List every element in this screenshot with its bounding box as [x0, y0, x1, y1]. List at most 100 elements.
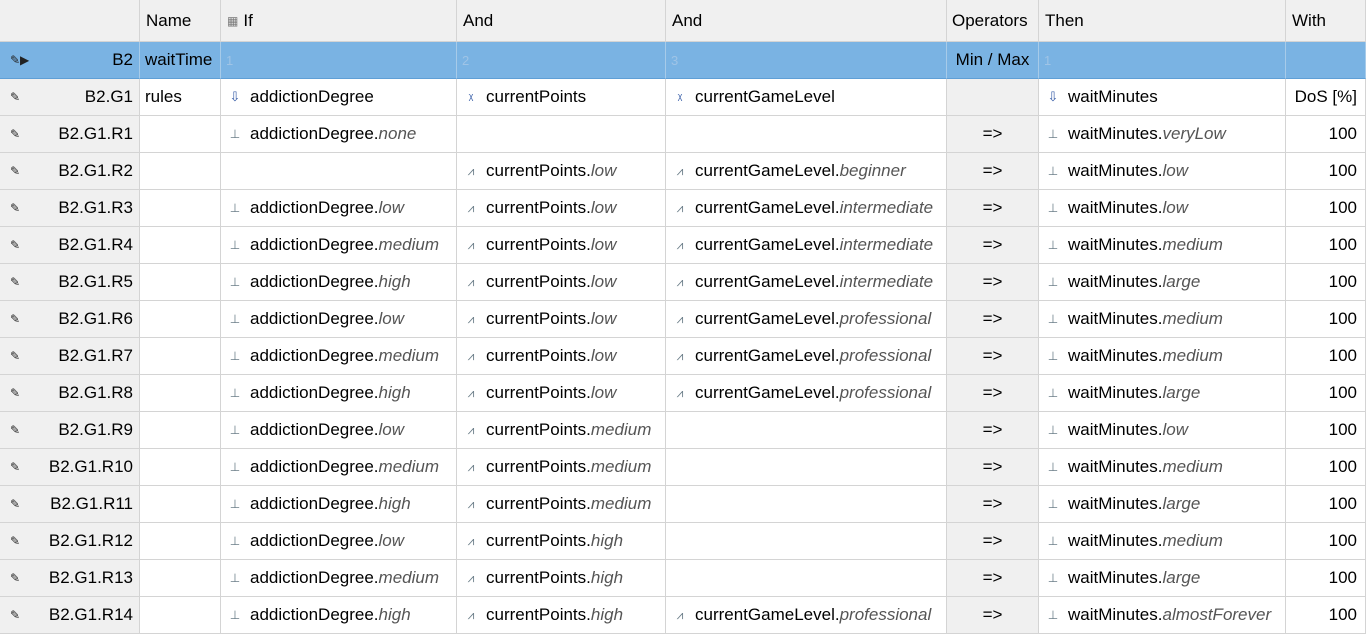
- rule-if-cell[interactable]: ⊥ addictionDegree. medium: [221, 449, 457, 486]
- rule-then-cell[interactable]: ⊥ waitMinutes. large: [1039, 264, 1286, 301]
- rule-dos-cell[interactable]: 100: [1286, 190, 1366, 227]
- rule-if-cell[interactable]: ⊥ addictionDegree. high: [221, 264, 457, 301]
- rule-then-cell[interactable]: ⊥ waitMinutes. low: [1039, 412, 1286, 449]
- rule-operator-cell[interactable]: =>: [947, 523, 1039, 560]
- block-and-1-cell[interactable]: 2: [457, 42, 666, 79]
- rule-and-2-cell[interactable]: ⩘ currentGameLevel. beginner: [666, 153, 947, 190]
- group-and-1-cell[interactable]: ᵡ currentPoints: [457, 79, 666, 116]
- block-row-header[interactable]: ✎▶ B2: [0, 42, 140, 79]
- pencil-icon[interactable]: ✎: [10, 90, 20, 104]
- rule-then-cell[interactable]: ⊥ waitMinutes. large: [1039, 486, 1286, 523]
- group-name-cell[interactable]: rules: [140, 79, 221, 116]
- rule-dos-cell[interactable]: 100: [1286, 449, 1366, 486]
- rule-row[interactable]: ✎ B2.G1.R6 ⊥ addictionDegree. low ⩘ currentPoi…: [0, 301, 1366, 338]
- rule-operator-cell[interactable]: =>: [947, 227, 1039, 264]
- rule-name-cell[interactable]: [140, 227, 221, 264]
- rule-dos-cell[interactable]: 100: [1286, 560, 1366, 597]
- block-operator-cell[interactable]: Min / Max: [947, 42, 1039, 79]
- rule-and-2-cell[interactable]: [666, 560, 947, 597]
- rule-and-1-cell[interactable]: ⩘ currentPoints. low: [457, 190, 666, 227]
- rule-and-2-cell[interactable]: [666, 486, 947, 523]
- rule-and-1-cell[interactable]: ⩘ currentPoints. high: [457, 560, 666, 597]
- group-with-cell[interactable]: DoS [%]: [1286, 79, 1366, 116]
- rule-dos-cell[interactable]: 100: [1286, 116, 1366, 153]
- group-row-header[interactable]: ✎ B2.G1: [0, 79, 140, 116]
- rule-dos-cell[interactable]: 100: [1286, 597, 1366, 634]
- rule-if-cell[interactable]: ⊥ addictionDegree. none: [221, 116, 457, 153]
- rule-and-2-cell[interactable]: ⩘ currentGameLevel. professional: [666, 301, 947, 338]
- rule-dos-cell[interactable]: 100: [1286, 523, 1366, 560]
- rule-row[interactable]: ✎ B2.G1.R13 ⊥ addictionDegree. medium ⩘ curren…: [0, 560, 1366, 597]
- pencil-icon[interactable]: ✎: [10, 497, 20, 511]
- block-then-cell[interactable]: 1: [1039, 42, 1286, 79]
- rule-row-header[interactable]: ✎ B2.G1.R8: [0, 375, 140, 412]
- rule-dos-cell[interactable]: 100: [1286, 338, 1366, 375]
- block-if-cell[interactable]: 1: [221, 42, 457, 79]
- corner-header[interactable]: [0, 0, 140, 42]
- rule-and-2-cell[interactable]: [666, 449, 947, 486]
- rule-row[interactable]: ✎ B2.G1.R1 ⊥ addictionDegree. none => ⊥ waitMin…: [0, 116, 1366, 153]
- rule-row-header[interactable]: ✎ B2.G1.R1: [0, 116, 140, 153]
- rule-name-cell[interactable]: [140, 486, 221, 523]
- rule-operator-cell[interactable]: =>: [947, 190, 1039, 227]
- rule-row-header[interactable]: ✎ B2.G1.R5: [0, 264, 140, 301]
- rule-name-cell[interactable]: [140, 449, 221, 486]
- rule-name-cell[interactable]: [140, 412, 221, 449]
- rule-name-cell[interactable]: [140, 264, 221, 301]
- pencil-icon[interactable]: ✎▶: [10, 53, 29, 67]
- block-with-cell[interactable]: [1286, 42, 1366, 79]
- rule-then-cell[interactable]: ⊥ waitMinutes. medium: [1039, 338, 1286, 375]
- rule-and-1-cell[interactable]: ⩘ currentPoints. low: [457, 338, 666, 375]
- pencil-icon[interactable]: ✎: [10, 386, 20, 400]
- rule-row-header[interactable]: ✎ B2.G1.R12: [0, 523, 140, 560]
- rule-and-1-cell[interactable]: ⩘ currentPoints. low: [457, 227, 666, 264]
- pencil-icon[interactable]: ✎: [10, 423, 20, 437]
- pencil-icon[interactable]: ✎: [10, 571, 20, 585]
- rule-row[interactable]: ✎ B2.G1.R11 ⊥ addictionDegree. high ⩘ currentP…: [0, 486, 1366, 523]
- rule-row-header[interactable]: ✎ B2.G1.R14: [0, 597, 140, 634]
- rule-and-1-cell[interactable]: ⩘ currentPoints. medium: [457, 449, 666, 486]
- rule-and-2-cell[interactable]: [666, 116, 947, 153]
- rule-and-1-cell[interactable]: ⩘ currentPoints. medium: [457, 412, 666, 449]
- rule-and-1-cell[interactable]: ⩘ currentPoints. low: [457, 153, 666, 190]
- rule-row[interactable]: ✎ B2.G1.R12 ⊥ addictionDegree. low ⩘ currentPo…: [0, 523, 1366, 560]
- pencil-icon[interactable]: ✎: [10, 127, 20, 141]
- group-row[interactable]: ✎ B2.G1 rules ⇩ addictionDegree ᵡ currentP…: [0, 79, 1366, 116]
- rule-name-cell[interactable]: [140, 597, 221, 634]
- rule-row[interactable]: ✎ B2.G1.R9 ⊥ addictionDegree. low ⩘ currentPoi…: [0, 412, 1366, 449]
- rule-and-2-cell[interactable]: ⩘ currentGameLevel. intermediate: [666, 264, 947, 301]
- rule-name-cell[interactable]: [140, 190, 221, 227]
- rule-row-header[interactable]: ✎ B2.G1.R10: [0, 449, 140, 486]
- rule-and-2-cell[interactable]: ⩘ currentGameLevel. intermediate: [666, 190, 947, 227]
- rule-and-1-cell[interactable]: ⩘ currentPoints. low: [457, 301, 666, 338]
- rule-and-2-cell[interactable]: [666, 412, 947, 449]
- rule-row[interactable]: ✎ B2.G1.R14 ⊥ addictionDegree. high ⩘ currentP…: [0, 597, 1366, 634]
- column-header-and-1[interactable]: And: [457, 0, 666, 42]
- rule-if-cell[interactable]: ⊥ addictionDegree. high: [221, 486, 457, 523]
- rule-if-cell[interactable]: ⊥ addictionDegree. low: [221, 412, 457, 449]
- pencil-icon[interactable]: ✎: [10, 275, 20, 289]
- rule-and-2-cell[interactable]: ⩘ currentGameLevel. professional: [666, 375, 947, 412]
- rule-dos-cell[interactable]: 100: [1286, 227, 1366, 264]
- rule-operator-cell[interactable]: =>: [947, 264, 1039, 301]
- rule-then-cell[interactable]: ⊥ waitMinutes. large: [1039, 560, 1286, 597]
- rule-and-2-cell[interactable]: ⩘ currentGameLevel. professional: [666, 597, 947, 634]
- rule-and-1-cell[interactable]: ⩘ currentPoints. high: [457, 597, 666, 634]
- pencil-icon[interactable]: ✎: [10, 164, 20, 178]
- rule-then-cell[interactable]: ⊥ waitMinutes. medium: [1039, 523, 1286, 560]
- rule-operator-cell[interactable]: =>: [947, 153, 1039, 190]
- rule-and-1-cell[interactable]: ⩘ currentPoints. high: [457, 523, 666, 560]
- rule-row[interactable]: ✎ B2.G1.R5 ⊥ addictionDegree. high ⩘ currentPo…: [0, 264, 1366, 301]
- column-header-operators[interactable]: Operators: [947, 0, 1039, 42]
- rule-if-cell[interactable]: ⊥ addictionDegree. medium: [221, 338, 457, 375]
- rule-row[interactable]: ✎ B2.G1.R2 ⩘ currentPoints. low ⩘ currentGameL…: [0, 153, 1366, 190]
- rule-and-1-cell[interactable]: [457, 116, 666, 153]
- rule-operator-cell[interactable]: =>: [947, 560, 1039, 597]
- rule-row-header[interactable]: ✎ B2.G1.R13: [0, 560, 140, 597]
- rule-name-cell[interactable]: [140, 523, 221, 560]
- rule-row-header[interactable]: ✎ B2.G1.R4: [0, 227, 140, 264]
- column-header-name[interactable]: Name: [140, 0, 221, 42]
- rule-row[interactable]: ✎ B2.G1.R10 ⊥ addictionDegree. medium ⩘ curren…: [0, 449, 1366, 486]
- rule-if-cell[interactable]: [221, 153, 457, 190]
- rule-operator-cell[interactable]: =>: [947, 116, 1039, 153]
